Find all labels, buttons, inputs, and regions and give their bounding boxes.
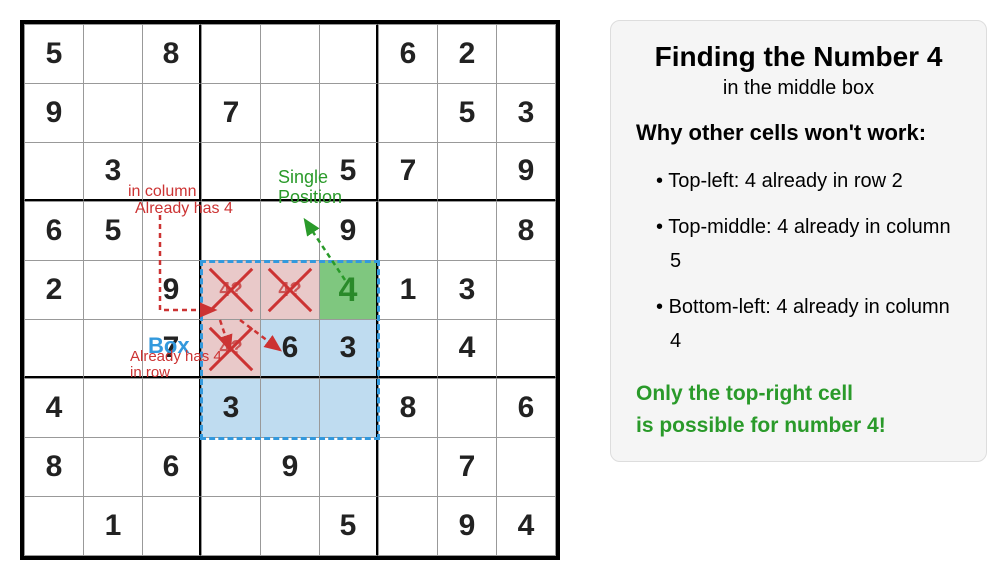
sudoku-cell: 5 — [437, 83, 497, 143]
sudoku-cell: 3 — [319, 319, 379, 379]
sudoku-cell: 7 — [201, 83, 261, 143]
sudoku-cell — [260, 83, 320, 143]
sudoku-cell: 8 — [378, 378, 438, 438]
sudoku-cell: 9 — [437, 496, 497, 556]
info-subtitle: in the middle box — [636, 77, 961, 100]
sudoku-cell — [378, 319, 438, 379]
sudoku-cell — [83, 319, 143, 379]
sudoku-cell — [201, 142, 261, 202]
sudoku-cell: 1 — [83, 496, 143, 556]
sudoku-container: 5862975335796598294?4?41374?634438686971… — [20, 20, 560, 560]
sudoku-cell: 2 — [437, 24, 497, 84]
sudoku-cell: 4? — [201, 260, 261, 320]
sudoku-cell: 9 — [496, 142, 556, 202]
sudoku-cell — [260, 378, 320, 438]
sudoku-cell — [201, 437, 261, 497]
info-panel: Finding the Number 4 in the middle box W… — [610, 20, 987, 462]
sudoku-cell — [496, 437, 556, 497]
sudoku-cell: 9 — [142, 260, 202, 320]
sudoku-cell — [142, 142, 202, 202]
sudoku-cell: 7 — [378, 142, 438, 202]
sudoku-cell — [83, 83, 143, 143]
sudoku-cell — [83, 437, 143, 497]
sudoku-cell — [437, 142, 497, 202]
sudoku-cell — [378, 496, 438, 556]
sudoku-cell — [378, 437, 438, 497]
sudoku-cell: 4 — [437, 319, 497, 379]
sudoku-cell — [437, 201, 497, 261]
sudoku-cell: 9 — [319, 201, 379, 261]
sudoku-cell — [496, 260, 556, 320]
sudoku-cell — [24, 496, 84, 556]
sudoku-cell — [378, 201, 438, 261]
sudoku-cell — [319, 83, 379, 143]
sudoku-cell — [142, 201, 202, 261]
info-title: Finding the Number 4 — [636, 41, 961, 73]
sudoku-cell — [496, 24, 556, 84]
sudoku-cell — [319, 24, 379, 84]
sudoku-cell: 4 — [496, 496, 556, 556]
sudoku-cell: 4 — [319, 260, 379, 320]
sudoku-cell: 4 — [24, 378, 84, 438]
sudoku-cell: 4? — [260, 260, 320, 320]
sudoku-cell: 6 — [496, 378, 556, 438]
sudoku-cell — [201, 496, 261, 556]
sudoku-cell: 3 — [437, 260, 497, 320]
sudoku-cell: 6 — [24, 201, 84, 261]
sudoku-cell: 6 — [378, 24, 438, 84]
sudoku-cell: 9 — [260, 437, 320, 497]
sudoku-cell: 6 — [142, 437, 202, 497]
sudoku-cell — [319, 437, 379, 497]
sudoku-cell: 4? — [201, 319, 261, 379]
sudoku-cell: 5 — [319, 142, 379, 202]
sudoku-cell — [319, 378, 379, 438]
sudoku-cell — [201, 24, 261, 84]
list-item: Top-left: 4 already in row 2 — [656, 164, 961, 198]
sudoku-cell — [142, 83, 202, 143]
sudoku-cell — [378, 83, 438, 143]
sudoku-cell: 2 — [24, 260, 84, 320]
sudoku-cell — [260, 496, 320, 556]
info-heading: Why other cells won't work: — [636, 120, 961, 146]
list-item: Top-middle: 4 already in column 5 — [656, 210, 961, 278]
sudoku-cell — [260, 201, 320, 261]
sudoku-cell — [24, 319, 84, 379]
sudoku-cell — [496, 319, 556, 379]
sudoku-cell — [83, 378, 143, 438]
sudoku-cell: 5 — [319, 496, 379, 556]
sudoku-grid: 5862975335796598294?4?41374?634438686971… — [20, 20, 560, 560]
sudoku-cell: 1 — [378, 260, 438, 320]
sudoku-cell: 3 — [83, 142, 143, 202]
sudoku-cell — [201, 201, 261, 261]
sudoku-cell — [142, 378, 202, 438]
sudoku-cell: 8 — [142, 24, 202, 84]
sudoku-cell: 3 — [201, 378, 261, 438]
sudoku-cell — [260, 142, 320, 202]
sudoku-cell: 6 — [260, 319, 320, 379]
sudoku-cell: 3 — [496, 83, 556, 143]
sudoku-cell: 7 — [437, 437, 497, 497]
sudoku-cell: 5 — [83, 201, 143, 261]
sudoku-cell: 9 — [24, 83, 84, 143]
sudoku-cell — [83, 260, 143, 320]
sudoku-cell: 8 — [496, 201, 556, 261]
sudoku-cell: 5 — [24, 24, 84, 84]
sudoku-cell — [260, 24, 320, 84]
sudoku-cell — [142, 496, 202, 556]
sudoku-cell — [83, 24, 143, 84]
info-bullet-list: Top-left: 4 already in row 2 Top-middle:… — [636, 164, 961, 358]
sudoku-cell: 7 — [142, 319, 202, 379]
sudoku-cell: 8 — [24, 437, 84, 497]
list-item: Bottom-left: 4 already in column 4 — [656, 290, 961, 358]
info-conclusion: Only the top-right cell is possible for … — [636, 378, 961, 441]
sudoku-cell — [24, 142, 84, 202]
sudoku-cell — [437, 378, 497, 438]
